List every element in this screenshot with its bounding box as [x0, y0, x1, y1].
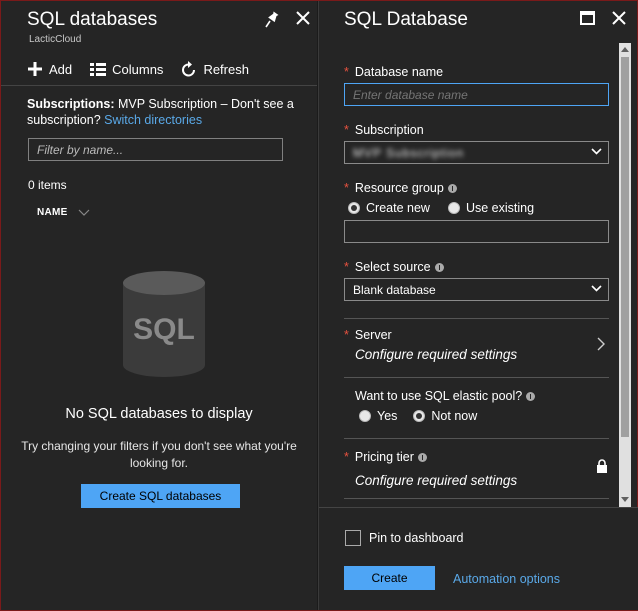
elastic-pool-label: Want to use SQL elastic pool? — [355, 389, 536, 403]
empty-state-title: No SQL databases to display — [65, 406, 253, 422]
toolbar: Add Columns Refresh — [27, 59, 267, 79]
section-divider — [344, 438, 609, 439]
create-new-label: Create new — [366, 201, 430, 215]
toolbar-divider — [1, 85, 317, 86]
create-new-radio[interactable] — [348, 202, 360, 214]
maximize-icon[interactable] — [580, 11, 595, 25]
pin-label: Pin to dashboard — [369, 531, 464, 545]
resource-group-input[interactable] — [344, 220, 609, 243]
resource-group-label: * Resource group — [344, 181, 457, 195]
chevron-down-icon — [591, 148, 602, 155]
required-marker: * — [344, 260, 349, 274]
use-existing-radio[interactable] — [447, 202, 460, 214]
pricing-tier-label-text: Pricing tier — [354, 450, 414, 464]
subscription-label-text: Subscription — [354, 123, 424, 137]
subscriptions-info: Subscriptions: MVP Subscription – Don't … — [27, 96, 297, 128]
section-divider — [344, 318, 609, 319]
subscription-label: * Subscription — [344, 123, 424, 137]
pin-icon[interactable] — [264, 11, 280, 29]
info-icon[interactable] — [434, 262, 444, 272]
server-value: Configure required settings — [355, 347, 518, 362]
resource-group-label-text: Resource group — [354, 181, 444, 195]
blade-title: SQL Database — [344, 9, 468, 30]
yes-radio[interactable] — [359, 410, 371, 422]
blade-subtitle: LacticCloud — [29, 34, 82, 45]
info-icon[interactable] — [447, 183, 457, 193]
add-button[interactable]: Add — [27, 61, 72, 77]
required-marker: * — [344, 450, 349, 464]
required-marker: * — [344, 181, 349, 195]
section-divider — [344, 498, 609, 499]
sql-database-icon: SQL — [123, 271, 205, 377]
chevron-down-icon — [78, 209, 90, 216]
required-marker: * — [344, 65, 349, 79]
pin-checkbox[interactable] — [345, 530, 361, 546]
server-label: * Server — [344, 328, 392, 342]
required-marker: * — [344, 328, 349, 342]
elastic-pool-options: Yes Not now — [359, 409, 477, 423]
server-label-text: Server — [354, 328, 392, 342]
subscription-select[interactable]: MVP Subscription — [344, 141, 609, 164]
sql-database-blade: SQL Database * Database name * Subscript… — [318, 1, 638, 610]
pin-to-dashboard[interactable]: Pin to dashboard — [345, 530, 464, 546]
database-name-label: * Database name — [344, 65, 443, 79]
create-button[interactable]: Create — [344, 566, 435, 590]
elastic-pool-label-text: Want to use SQL elastic pool? — [355, 389, 523, 403]
blade-title: SQL databases — [27, 9, 158, 30]
columns-label: Columns — [112, 61, 164, 77]
required-marker: * — [344, 123, 349, 137]
sql-databases-blade: SQL databases LacticCloud Add Columns Re… — [1, 1, 317, 610]
use-existing-label: Use existing — [465, 201, 535, 215]
yes-label: Yes — [377, 409, 398, 423]
scroll-up-arrow-icon[interactable] — [621, 46, 629, 54]
select-source-select[interactable]: Blank database — [344, 278, 609, 301]
chevron-right-icon — [597, 337, 605, 351]
chevron-down-icon — [591, 285, 602, 292]
column-header-name[interactable]: NAME — [37, 207, 90, 218]
section-divider — [344, 377, 609, 378]
switch-directories-link[interactable]: Switch directories — [104, 113, 202, 127]
filter-input[interactable] — [28, 138, 283, 161]
refresh-button[interactable]: Refresh — [181, 60, 249, 78]
form-scroll-area: * Database name * Subscription MVP Subsc… — [319, 43, 619, 507]
database-name-label-text: Database name — [354, 65, 444, 79]
select-source-label: * Select source — [344, 260, 444, 274]
scroll-thumb[interactable] — [621, 57, 629, 437]
info-icon[interactable] — [526, 391, 536, 401]
plus-icon — [28, 62, 42, 76]
close-icon[interactable] — [610, 9, 628, 27]
sql-icon-label: SQL — [133, 313, 195, 346]
create-sql-databases-button[interactable]: Create SQL databases — [81, 484, 240, 508]
select-source-value: Blank database — [353, 283, 436, 297]
not-now-label: Not now — [431, 409, 478, 423]
refresh-label: Refresh — [203, 61, 249, 77]
add-label: Add — [49, 61, 73, 77]
database-name-input[interactable] — [344, 83, 609, 106]
subscriptions-label: Subscriptions: — [27, 97, 115, 111]
scroll-down-arrow-icon[interactable] — [621, 495, 629, 503]
not-now-radio[interactable] — [413, 410, 426, 422]
automation-options-link[interactable]: Automation options — [453, 572, 560, 586]
resource-group-options: Create new Use existing — [348, 201, 534, 215]
pricing-tier-label: * Pricing tier — [344, 450, 427, 464]
items-count: 0 items — [28, 178, 67, 192]
columns-icon — [90, 62, 107, 76]
empty-state-message: Try changing your filters if you don't s… — [21, 439, 297, 470]
close-icon[interactable] — [294, 9, 312, 27]
pricing-tier-value: Configure required settings — [355, 473, 518, 488]
vertical-scrollbar[interactable] — [619, 43, 631, 507]
column-header-label: NAME — [37, 207, 68, 218]
lock-icon — [597, 459, 607, 473]
info-icon[interactable] — [417, 452, 427, 462]
columns-button[interactable]: Columns — [90, 62, 163, 77]
subscription-value: MVP Subscription — [353, 146, 465, 160]
select-source-label-text: Select source — [354, 260, 431, 274]
blade-footer: Pin to dashboard Create Automation optio… — [319, 507, 638, 610]
refresh-icon — [182, 60, 196, 76]
